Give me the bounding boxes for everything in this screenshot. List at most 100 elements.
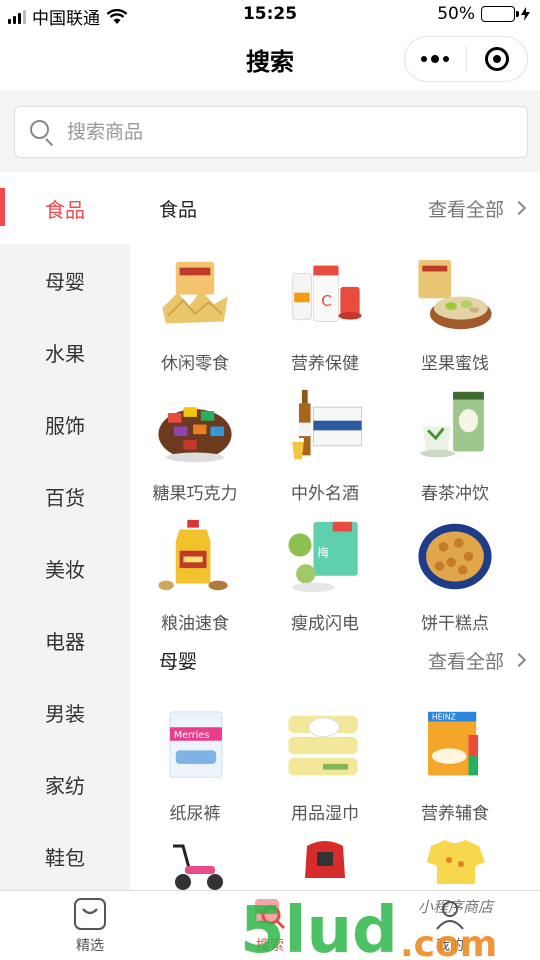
section-header-food: 食品 查看全部 (130, 172, 540, 244)
sidebar-item-label: 家纺 (45, 773, 85, 798)
battery-percent: 50% (437, 4, 475, 24)
category-cell-liquor[interactable]: 中外名酒 (260, 374, 390, 504)
sidebar-item-label: 食品 (45, 197, 85, 222)
view-all-link[interactable]: 查看全部 (428, 647, 527, 674)
sidebar-item-label: 电器 (45, 629, 85, 654)
cell-label: 糖果巧克力 (152, 484, 238, 504)
category-cell-diapers[interactable]: Merries 纸尿裤 (130, 694, 260, 824)
svg-text:HEINZ: HEINZ (432, 713, 456, 722)
sidebar-item-beauty[interactable]: 美妆 (0, 532, 130, 604)
category-cell-nuts[interactable]: 坚果蜜饯 (390, 244, 520, 374)
sidebar-item-label: 母婴 (45, 269, 85, 294)
sidebar-item-apparel[interactable]: 服饰 (0, 388, 130, 460)
pistachio-icon (418, 259, 492, 330)
cell-label: 粮油速食 (161, 614, 229, 634)
category-content: 食品 查看全部 休闲零食 C 营养保健 坚果蜜饯 糖果巧克力 中外名酒 春茶冲饮… (130, 172, 540, 890)
category-cell-tea[interactable]: 春茶冲饮 (390, 374, 520, 504)
sidebar-item-label: 百货 (45, 485, 85, 510)
category-cell-candy[interactable]: 糖果巧克力 (130, 374, 260, 504)
sidebar-item-label: 男装 (45, 701, 85, 726)
category-cell-wipes[interactable]: 用品湿巾 (260, 694, 390, 824)
search-tab-icon (255, 898, 286, 929)
tab-label: 精选 (76, 937, 104, 954)
sidebar-item-label: 水果 (45, 341, 85, 366)
cell-label: 营养保健 (291, 354, 359, 374)
cookie-icon (418, 523, 492, 590)
section-title: 食品 (159, 198, 198, 221)
chevron-right-icon (511, 200, 527, 216)
more-menu-button[interactable] (405, 55, 466, 63)
search-area (0, 90, 540, 172)
category-sidebar: 食品 母婴 水果 服饰 百货 美妆 电器 男装 家纺 鞋包 (0, 172, 130, 890)
cell-label: 春茶冲饮 (421, 484, 489, 504)
svg-text:C: C (321, 292, 332, 310)
nav-bar: 搜索 (0, 30, 540, 90)
tab-search[interactable]: 搜索 (180, 891, 360, 960)
scooter-icon (173, 844, 223, 890)
baby-food-icon: HEINZ (428, 711, 479, 776)
close-miniprogram-button[interactable] (466, 47, 527, 71)
chips-icon (162, 261, 228, 324)
sidebar-item-fruit[interactable]: 水果 (0, 316, 130, 388)
category-cell-slimming[interactable]: 梅 瘦成闪电 (260, 504, 390, 634)
tab-featured[interactable]: 精选 (0, 891, 180, 960)
view-all-link[interactable]: 查看全部 (428, 195, 527, 222)
category-cell-scooter[interactable] (130, 824, 260, 890)
category-cell-health[interactable]: C 营养保健 (260, 244, 390, 374)
category-cell-grain-oil[interactable]: 粮油速食 (130, 504, 260, 634)
sidebar-item-menswear[interactable]: 男装 (0, 676, 130, 748)
cell-label: 坚果蜜饯 (421, 354, 489, 374)
wipes-icon (288, 715, 358, 776)
sidebar-item-label: 鞋包 (45, 845, 85, 870)
user-icon (436, 900, 464, 930)
beer-icon (292, 389, 363, 460)
sidebar-item-food[interactable]: 食品 (0, 172, 130, 244)
status-bar: 中国联通 15:25 50% (0, 0, 540, 30)
search-input[interactable] (67, 121, 487, 143)
svg-text:Merries: Merries (174, 730, 210, 741)
target-icon (484, 47, 509, 71)
tab-bar: 精选 搜索 我的 (0, 890, 540, 960)
tab-label: 我的 (436, 937, 464, 954)
car-seat-icon (305, 841, 345, 878)
battery-icon (481, 6, 519, 22)
more-dots-icon (421, 56, 428, 62)
cell-label: 中外名酒 (291, 484, 359, 504)
tab-mine[interactable]: 我的 (360, 891, 540, 960)
chevron-right-icon (511, 652, 527, 668)
diaper-icon: Merries (169, 711, 223, 778)
section-title: 母婴 (159, 650, 198, 673)
category-cell-car-seat[interactable] (260, 824, 390, 890)
cell-label: 营养辅食 (421, 804, 489, 824)
sidebar-item-shoes-bags[interactable]: 鞋包 (0, 820, 130, 892)
cell-label: 休闲零食 (161, 354, 229, 374)
category-cell-cookies[interactable]: 饼干糕点 (390, 504, 520, 634)
charging-icon (521, 7, 530, 21)
cell-label: 饼干糕点 (421, 614, 489, 634)
supplement-icon: C (291, 265, 362, 323)
tab-label: 搜索 (256, 937, 284, 954)
svg-text:梅: 梅 (317, 546, 329, 560)
sidebar-item-general[interactable]: 百货 (0, 460, 130, 532)
candy-icon (158, 407, 232, 463)
baby-clothes-icon (427, 840, 485, 884)
status-right: 50% (437, 4, 530, 24)
section-header-baby: 母婴 查看全部 (130, 624, 540, 696)
product-grid-food: 休闲零食 C 营养保健 坚果蜜饯 糖果巧克力 中外名酒 春茶冲饮 粮油速食 梅 … (130, 244, 540, 634)
category-cell-baby-clothes[interactable] (390, 824, 520, 890)
sidebar-item-baby[interactable]: 母婴 (0, 244, 130, 316)
cell-label: 纸尿裤 (169, 804, 221, 824)
search-icon (29, 119, 55, 147)
product-grid-baby: Merries 纸尿裤 用品湿巾 HEINZ 营养辅食 (130, 694, 540, 890)
category-cell-snacks[interactable]: 休闲零食 (130, 244, 260, 374)
sidebar-item-label: 美妆 (45, 557, 85, 582)
bag-icon (74, 897, 106, 930)
cell-label: 瘦成闪电 (291, 614, 359, 634)
cell-label: 用品湿巾 (291, 804, 359, 824)
search-box[interactable] (14, 106, 528, 158)
oil-icon (158, 519, 228, 591)
sidebar-item-label: 服饰 (45, 413, 85, 438)
sidebar-item-appliances[interactable]: 电器 (0, 604, 130, 676)
sidebar-item-textiles[interactable]: 家纺 (0, 748, 130, 820)
category-cell-baby-food[interactable]: HEINZ 营养辅食 (390, 694, 520, 824)
